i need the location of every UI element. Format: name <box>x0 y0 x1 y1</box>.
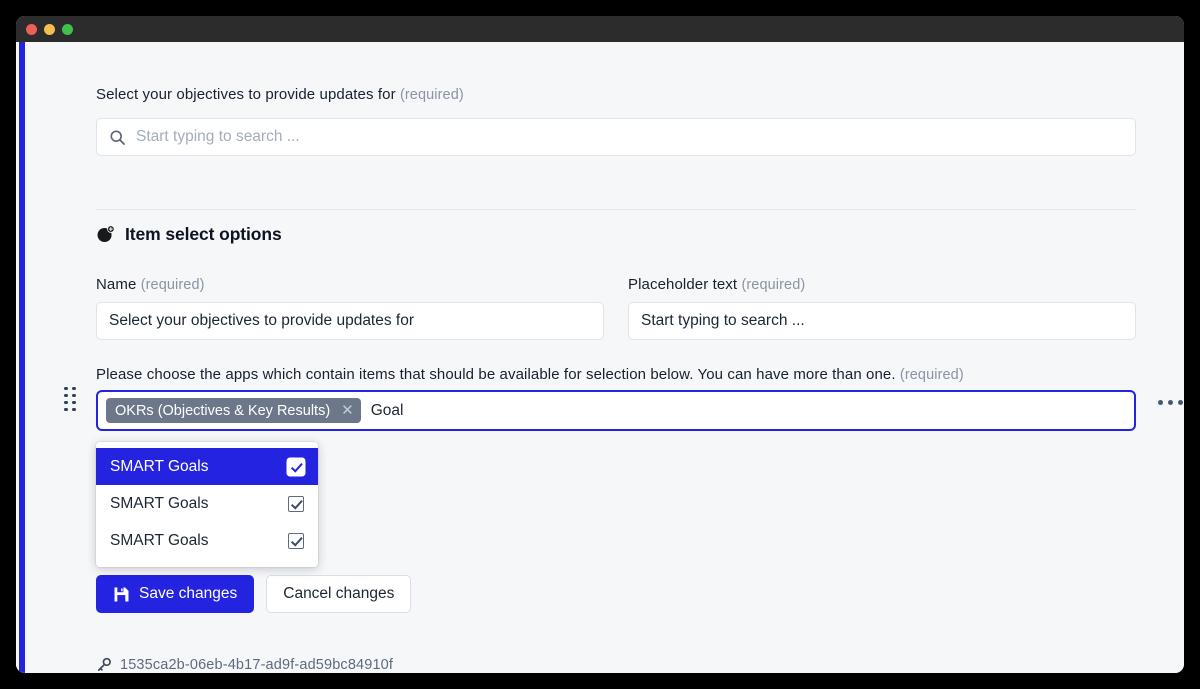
apps-dropdown-list[interactable]: SMART Goals SMART Goals SMART Goals <box>96 442 318 567</box>
section-divider <box>96 209 1136 210</box>
selected-app-chip: OKRs (Objectives & Key Results) ✕ <box>106 398 361 423</box>
section-header: Item select options <box>96 224 282 245</box>
close-window-button[interactable] <box>26 23 37 35</box>
maximize-window-button[interactable] <box>62 23 73 35</box>
dropdown-option-label: SMART Goals <box>110 531 209 549</box>
element-uuid-row: 1535ca2b-06eb-4b17-ad9f-ad59bc84910f <box>96 657 393 673</box>
objectives-search-input[interactable]: Start typing to search ... <box>96 118 1136 156</box>
selected-app-chip-label: OKRs (Objectives & Key Results) <box>115 402 331 419</box>
name-input[interactable]: Select your objectives to provide update… <box>96 302 604 340</box>
objectives-search-placeholder: Start typing to search ... <box>136 128 300 145</box>
dropdown-option-0[interactable]: SMART Goals <box>96 448 318 485</box>
search-icon <box>109 129 126 146</box>
close-icon[interactable]: ✕ <box>337 403 358 418</box>
checkbox-checked-icon[interactable] <box>288 458 304 475</box>
objectives-search-label: Select your objectives to provide update… <box>96 86 1136 103</box>
name-field-group: Name (required) Select your objectives t… <box>96 276 604 340</box>
checkbox-checked-icon[interactable] <box>288 495 304 512</box>
apps-chooser-label: Please choose the apps which contain ite… <box>96 366 964 383</box>
placeholder-field-group: Placeholder text (required) Start typing… <box>628 276 1136 340</box>
item-select-circle-plus-icon <box>96 225 115 244</box>
window-body: Select your objectives to provide update… <box>16 42 1184 673</box>
name-input-value: Select your objectives to provide update… <box>109 312 415 329</box>
cancel-changes-button[interactable]: Cancel changes <box>266 575 412 613</box>
minimize-window-button[interactable] <box>44 23 55 35</box>
apps-chooser-label-text: Please choose the apps which contain ite… <box>96 366 896 383</box>
ellipsis-horizontal-icon[interactable] <box>1158 400 1183 405</box>
cancel-changes-label: Cancel changes <box>283 585 395 602</box>
checkbox-checked-icon[interactable] <box>288 532 304 549</box>
apps-chooser-required-tag: (required) <box>899 367 964 383</box>
apps-chooser-typed-text: Goal <box>370 401 404 419</box>
window-titlebar <box>16 16 1184 42</box>
floppy-disk-save-icon <box>113 586 130 603</box>
dropdown-option-2[interactable]: SMART Goals <box>96 522 318 559</box>
name-field-label-text: Name <box>96 276 137 293</box>
placeholder-field-label-text: Placeholder text <box>628 276 738 293</box>
section-title: Item select options <box>125 224 282 244</box>
form-content-area: Select your objectives to provide update… <box>28 42 1184 673</box>
apps-chooser-input[interactable]: OKRs (Objectives & Key Results) ✕ Goal <box>96 390 1136 431</box>
objectives-search-label-text: Select your objectives to provide update… <box>96 86 396 103</box>
placeholder-input[interactable]: Start typing to search ... <box>628 302 1136 340</box>
dropdown-option-1[interactable]: SMART Goals <box>96 485 318 522</box>
placeholder-field-label: Placeholder text (required) <box>628 276 1136 293</box>
application-window: Select your objectives to provide update… <box>16 16 1184 673</box>
objectives-search-required-tag: (required) <box>399 87 464 103</box>
placeholder-input-value: Start typing to search ... <box>641 312 805 329</box>
dropdown-option-label: SMART Goals <box>110 494 209 512</box>
dropdown-option-label: SMART Goals <box>110 457 209 475</box>
drag-handle-icon[interactable] <box>64 386 78 412</box>
name-field-required-tag: (required) <box>140 277 205 293</box>
placeholder-field-required-tag: (required) <box>741 277 806 293</box>
save-changes-label: Save changes <box>139 585 238 602</box>
form-action-buttons: Save changes Cancel changes <box>96 575 412 613</box>
objectives-search-block: Select your objectives to provide update… <box>96 86 1136 156</box>
save-changes-button[interactable]: Save changes <box>96 575 255 613</box>
name-field-label: Name (required) <box>96 276 604 293</box>
key-icon <box>96 657 112 673</box>
element-uuid-text: 1535ca2b-06eb-4b17-ad9f-ad59bc84910f <box>120 657 394 673</box>
